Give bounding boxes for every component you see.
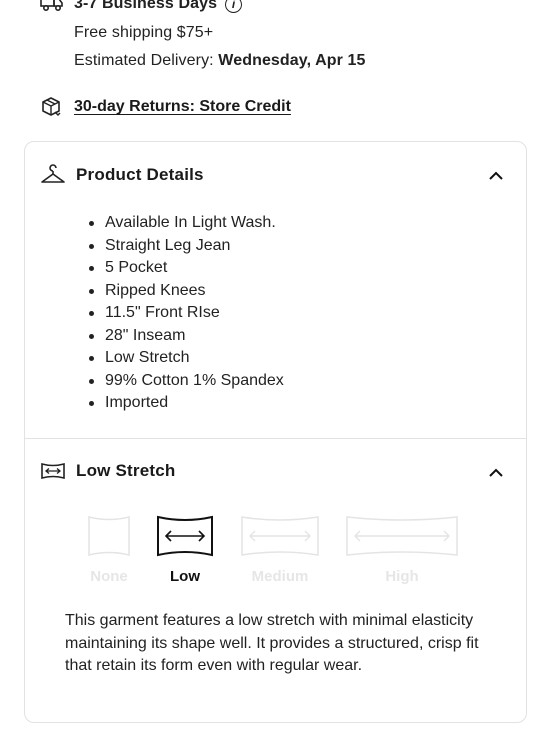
- shipping-title-text: 3-7 Business Days: [74, 0, 218, 12]
- list-item: Low Stretch: [89, 347, 284, 370]
- info-icon[interactable]: i: [225, 0, 243, 13]
- list-item: 28" Inseam: [89, 325, 284, 348]
- stretch-header[interactable]: Low Stretch: [40, 461, 176, 481]
- free-shipping-text: Free shipping $75+: [74, 24, 214, 41]
- eta-date: Wednesday, Apr 15: [218, 52, 366, 69]
- list-item: Available In Light Wash.: [89, 212, 284, 235]
- shipping-title: 3-7 Business Days i: [74, 0, 243, 13]
- stretch-option-label: Low: [170, 568, 200, 585]
- chevron-up-icon[interactable]: [488, 468, 504, 478]
- stretch-description: This garment features a low stretch with…: [65, 612, 479, 674]
- stretch-option-medium: Medium: [240, 514, 320, 585]
- stretch-scale: None Low Medium High: [25, 514, 528, 594]
- stretch-high-icon: [346, 516, 458, 556]
- list-item: Straight Leg Jean: [89, 235, 284, 258]
- product-details-title: Product Details: [76, 165, 204, 184]
- stretch-option-label: High: [385, 568, 419, 585]
- list-item: 11.5" Front RIse: [89, 302, 284, 325]
- hanger-icon: [41, 164, 65, 183]
- stretch-option-label: None: [90, 568, 128, 585]
- package-return-icon: [42, 97, 61, 116]
- truck-icon: [40, 0, 63, 12]
- list-item: Ripped Knees: [89, 280, 284, 303]
- product-details-header[interactable]: Product Details: [40, 164, 204, 186]
- section-divider: [25, 438, 526, 439]
- stretch-none-icon: [88, 516, 130, 556]
- list-item: Imported: [89, 392, 284, 415]
- stretch-low-icon: [157, 515, 213, 557]
- list-item: 99% Cotton 1% Spandex: [89, 370, 284, 393]
- eta-label: Estimated Delivery:: [74, 52, 214, 69]
- stretch-medium-icon: [241, 516, 319, 556]
- returns-label[interactable]: 30-day Returns: Store Credit: [74, 98, 291, 116]
- list-item: 5 Pocket: [89, 257, 284, 280]
- stretch-option-none: None: [87, 514, 131, 585]
- product-accordion: Product Details Available In Light Wash.…: [24, 141, 527, 723]
- estimated-delivery: Estimated Delivery: Wednesday, Apr 15: [74, 52, 366, 70]
- stretch-title: Low Stretch: [76, 461, 176, 480]
- stretch-option-low: Low: [156, 514, 214, 585]
- stretch-option-high: High: [345, 514, 459, 585]
- stretch-icon: [41, 462, 65, 480]
- returns-link[interactable]: 30-day Returns: Store Credit: [40, 96, 291, 118]
- chevron-up-icon[interactable]: [488, 171, 504, 181]
- product-details-list: Available In Light Wash. Straight Leg Je…: [89, 212, 284, 415]
- stretch-option-label: Medium: [251, 568, 309, 585]
